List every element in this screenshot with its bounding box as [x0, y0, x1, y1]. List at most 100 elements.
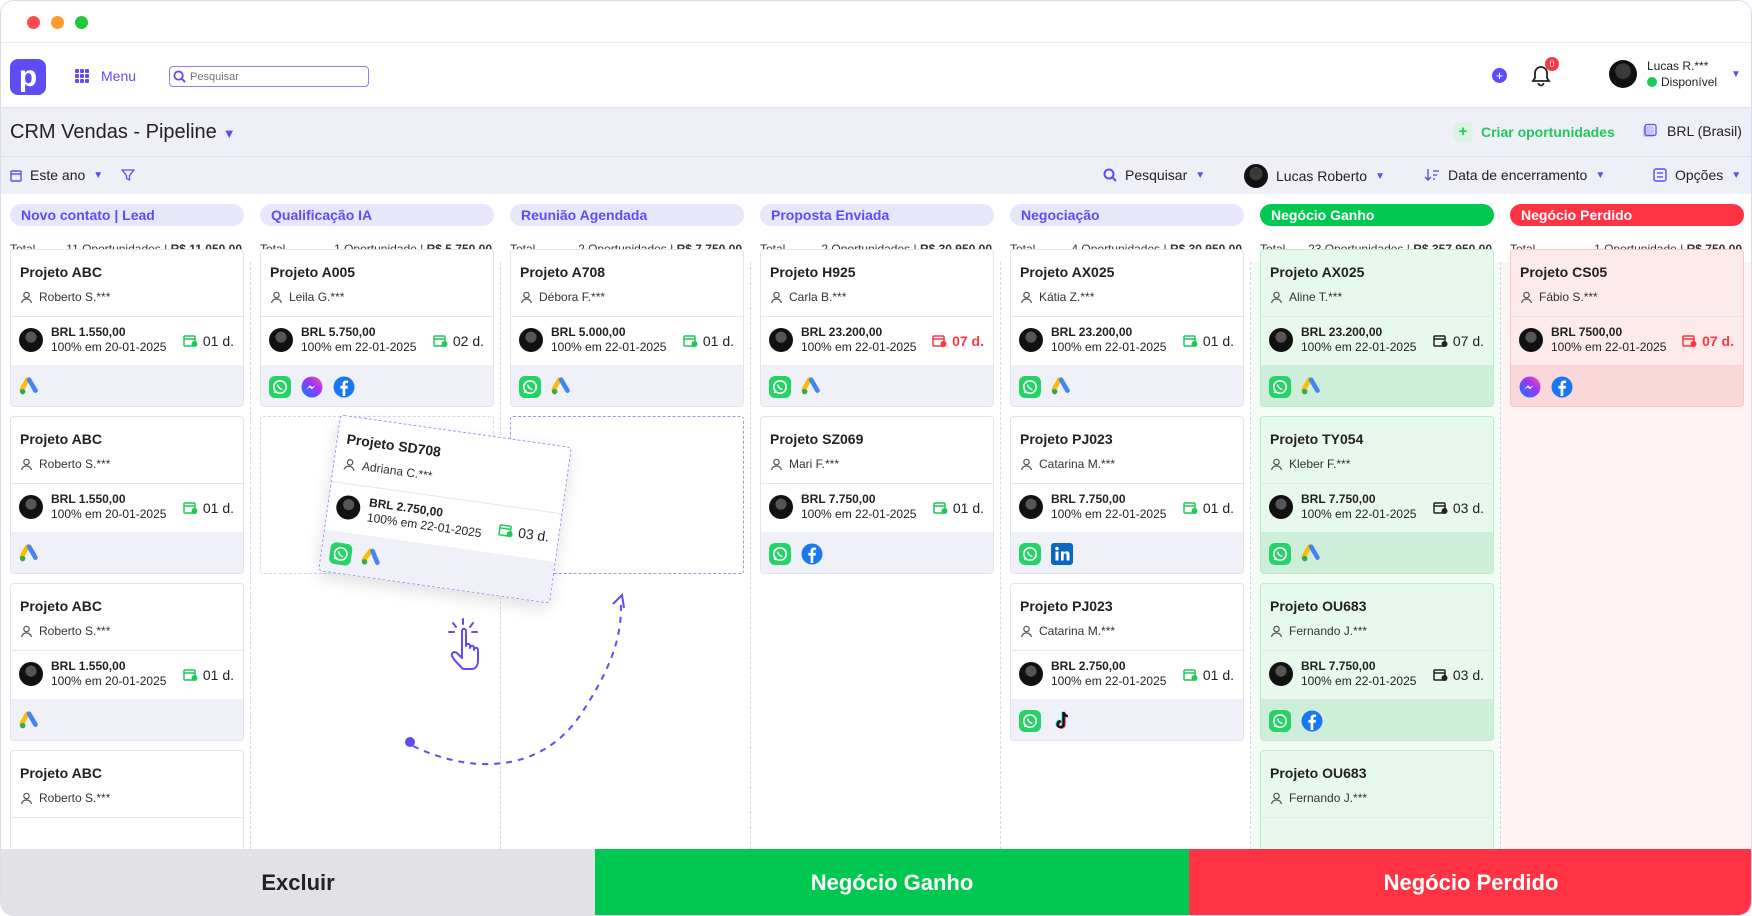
opportunity-card[interactable]: Projeto CS05 Fábio S.*** BRL 7500,00 100% e…	[1510, 249, 1744, 407]
user-menu[interactable]: Lucas R.*** Disponível ▼	[1609, 58, 1741, 90]
opportunity-card[interactable]: Projeto H925 Carla B.*** BRL 23.200,00 100%…	[760, 249, 994, 407]
card-divider	[1261, 483, 1493, 484]
whatsapp-icon[interactable]	[1269, 375, 1291, 398]
options-menu[interactable]: Opções ▼	[1653, 167, 1741, 183]
google-ads-icon[interactable]	[1301, 376, 1323, 398]
delete-drop-zone[interactable]: Excluir	[1, 849, 595, 915]
card-value: BRL 2.750,00 100% em 22-01-2025	[1019, 659, 1166, 689]
opportunity-card[interactable]: Projeto SZ069 Mari F.*** BRL 7.750,00 100% …	[760, 416, 994, 574]
google-ads-icon[interactable]	[19, 710, 41, 732]
owner-avatar	[1019, 662, 1043, 686]
filter-icon[interactable]	[121, 168, 136, 182]
google-ads-icon[interactable]	[19, 543, 41, 565]
global-search[interactable]	[169, 66, 369, 87]
whatsapp-icon[interactable]	[519, 375, 541, 398]
opportunity-card[interactable]: Projeto AX025 Kátia Z.*** BRL 23.200,00 100…	[1010, 249, 1244, 407]
calendar-check-icon	[1682, 335, 1697, 347]
stage-header[interactable]: Negociação	[1010, 204, 1244, 226]
owner-filter[interactable]: Lucas Roberto ▼	[1244, 164, 1385, 188]
whatsapp-icon[interactable]	[1269, 709, 1291, 732]
minimize-window-button[interactable]	[51, 16, 64, 29]
messenger-icon[interactable]	[301, 376, 323, 398]
close-window-button[interactable]	[27, 16, 40, 29]
whatsapp-icon[interactable]	[1019, 542, 1041, 565]
tiktok-icon[interactable]	[1051, 710, 1073, 732]
whatsapp-icon[interactable]	[1269, 542, 1291, 565]
owner-avatar	[19, 495, 43, 519]
card-title: Projeto ABC	[20, 765, 102, 781]
google-ads-icon[interactable]	[1051, 376, 1073, 398]
days-counter: 03 d.	[1433, 500, 1484, 516]
facebook-icon[interactable]	[801, 543, 823, 565]
opportunity-card[interactable]: Projeto AX025 Aline T.*** BRL 23.200,00 100…	[1260, 249, 1494, 407]
stage-header[interactable]: Qualificação IA	[260, 204, 494, 226]
whatsapp-icon[interactable]	[769, 542, 791, 565]
stage-header[interactable]: Reunião Agendada	[510, 204, 744, 226]
notification-badge: 0	[1545, 57, 1559, 71]
maximize-window-button[interactable]	[75, 16, 88, 29]
opportunity-card[interactable]: Projeto A005 Leila G.*** BRL 5.750,00 100% …	[260, 249, 494, 407]
opportunity-card[interactable]: Projeto OU683 Fernando J.*** BRL 7.750,00 1…	[1260, 583, 1494, 741]
opportunity-card[interactable]: Projeto ABC Roberto S.*** BRL 1.550,00 100%…	[10, 416, 244, 574]
google-ads-icon[interactable]	[1301, 543, 1323, 565]
opportunity-card[interactable]: Projeto PJ023 Catarina M.*** BRL 2.750,00 1…	[1010, 583, 1244, 741]
stage-header[interactable]: Novo contato | Lead	[10, 204, 244, 226]
pipeline-selector[interactable]: CRM Vendas - Pipeline ▼	[10, 121, 236, 144]
days-label: 01 d.	[1202, 667, 1234, 683]
calendar-check-icon	[1433, 335, 1448, 347]
google-ads-icon[interactable]	[551, 376, 573, 398]
lost-drop-zone[interactable]: Negócio Perdido	[1189, 849, 1751, 915]
whatsapp-icon[interactable]	[269, 375, 291, 398]
whatsapp-icon[interactable]	[1019, 375, 1041, 398]
card-title: Projeto PJ023	[1020, 431, 1113, 447]
deal-progress: 100% em 20-01-2025	[51, 340, 167, 354]
stage-header[interactable]: Negócio Perdido	[1510, 204, 1744, 226]
card-value: BRL 1.550,00 100% em 20-01-2025	[19, 492, 166, 522]
facebook-icon[interactable]	[333, 376, 355, 398]
whatsapp-icon[interactable]	[328, 541, 353, 566]
days-counter: 01 d.	[183, 667, 234, 683]
period-filter[interactable]: Este ano ▼	[10, 167, 136, 183]
drop-zone-bar: Excluir Negócio Ganho Negócio Perdido	[1, 849, 1751, 915]
search-input[interactable]	[190, 70, 360, 83]
facebook-icon[interactable]	[1551, 376, 1573, 398]
person-icon	[1520, 291, 1533, 303]
owner-name: Adriana C.***	[361, 459, 434, 483]
dragging-card[interactable]: Projeto SD708 Adriana C.*** BRL 2.750,00 10…	[318, 414, 572, 604]
whatsapp-icon[interactable]	[1019, 709, 1041, 732]
won-drop-zone[interactable]: Negócio Ganho	[595, 849, 1189, 915]
opportunity-card[interactable]: Projeto TY054 Kleber F.*** BRL 7.750,00 100…	[1260, 416, 1494, 574]
days-label: 07 d.	[1452, 333, 1484, 349]
opportunity-card[interactable]: Projeto OU683 Fernando J.***	[1260, 750, 1494, 859]
stage-header[interactable]: Negócio Ganho	[1260, 204, 1494, 226]
board-search[interactable]: Pesquisar ▼	[1103, 167, 1205, 183]
card-divider	[1261, 316, 1493, 317]
card-owner: Catarina M.***	[1020, 457, 1115, 471]
opportunity-card[interactable]: Projeto A708 Débora F.*** BRL 5.000,00 100%…	[510, 249, 744, 407]
days-label: 01 d.	[702, 333, 734, 349]
sort-selector[interactable]: Data de encerramento ▼	[1424, 167, 1605, 183]
stage-header[interactable]: Proposta Enviada	[760, 204, 994, 226]
currency-selector[interactable]: BRL (Brasil)	[1641, 123, 1742, 139]
app-logo[interactable]: p	[10, 59, 46, 95]
opportunity-card[interactable]: Projeto ABC Roberto S.***	[10, 750, 244, 859]
days-label: 01 d.	[202, 667, 234, 683]
person-icon	[1020, 458, 1033, 470]
linkedin-icon[interactable]	[1051, 542, 1073, 565]
deal-progress: 100% em 22-01-2025	[551, 340, 667, 354]
add-icon[interactable]: +	[1492, 68, 1507, 83]
sort-icon	[1424, 169, 1439, 181]
opportunity-card[interactable]: Projeto ABC Roberto S.*** BRL 1.550,00 100%…	[10, 249, 244, 407]
google-ads-icon[interactable]	[801, 376, 823, 398]
google-ads-icon[interactable]	[360, 545, 385, 570]
menu-button[interactable]: Menu	[75, 68, 136, 84]
opportunity-card[interactable]: Projeto PJ023 Catarina M.*** BRL 7.750,00 1…	[1010, 416, 1244, 574]
whatsapp-icon[interactable]	[769, 375, 791, 398]
create-opportunity-button[interactable]: + Criar oportunidades	[1453, 122, 1615, 142]
google-ads-icon[interactable]	[19, 376, 41, 398]
days-label: 03 d.	[1452, 500, 1484, 516]
facebook-icon[interactable]	[1301, 710, 1323, 732]
calendar-check-icon	[683, 335, 698, 347]
messenger-icon[interactable]	[1519, 376, 1541, 398]
opportunity-card[interactable]: Projeto ABC Roberto S.*** BRL 1.550,00 100%…	[10, 583, 244, 741]
